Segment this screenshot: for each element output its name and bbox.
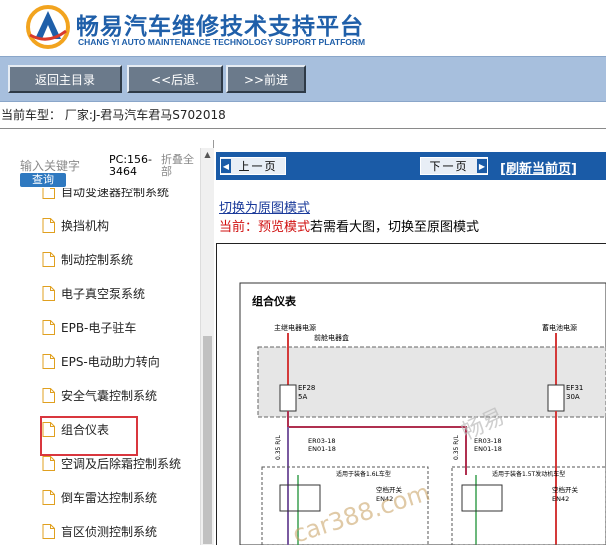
tree-view: 自动变速器控制系统 换挡机构制动控制系统 电子真空泵系统 EPB-电子驻车 EPS-电动…	[0, 188, 200, 545]
note2: 适用于装备1.5T发动机车型	[492, 470, 565, 478]
tree-item-label: EPB-电子驻车	[61, 321, 137, 335]
tree-item-label: 制动控制系统	[61, 253, 134, 267]
tree-item[interactable]: 倒车雷达控制系统	[0, 480, 200, 514]
arrow-left-icon: ◀	[221, 159, 231, 173]
wire2-label: 0.35 R/L	[453, 435, 460, 460]
fuse1-rating: 5A	[298, 393, 307, 401]
tree-item[interactable]: 安全气囊控制系统	[0, 378, 200, 412]
divider	[0, 128, 606, 129]
pc-code: PC:156-3464	[109, 153, 152, 178]
tree-item-label: 盲区侦测控制系统	[61, 525, 158, 539]
tree-item-label: 安全气囊控制系统	[61, 389, 158, 403]
document-icon	[42, 320, 55, 335]
tree-list: 自动变速器控制系统 换挡机构制动控制系统 电子真空泵系统 EPB-电子驻车 EPS-电动…	[0, 188, 200, 545]
switch-box-2	[461, 484, 503, 512]
home-button[interactable]: 返回主目录	[8, 65, 122, 93]
brand-subtitle: CHANG YI AUTO MAINTENANCE TECHNOLOGY SUP…	[78, 37, 366, 47]
document-icon	[42, 524, 55, 539]
switch2-code: EN42	[552, 495, 569, 503]
document-icon	[42, 252, 55, 267]
diagram-frame-left	[216, 243, 217, 545]
tree-item-label: 换挡机构	[61, 219, 110, 233]
fuse2-name: EF31	[566, 384, 583, 392]
document-icon	[42, 188, 55, 199]
document-icon	[42, 218, 55, 233]
prev-page-label: 上一页	[238, 160, 278, 173]
mode-prefix: 当前：	[219, 220, 259, 235]
tree-item[interactable]: EPB-电子驻车	[0, 310, 200, 344]
header: 畅易汽车维修技术支持平台 CHANG YI AUTO MAINTENANCE T…	[0, 0, 606, 55]
logo-icon	[26, 5, 70, 49]
fuse2-rating: 30A	[566, 393, 580, 401]
current-model: 当前车型： 厂家:J-君马汽车君马S702018	[1, 108, 226, 122]
tree-item-label: 倒车雷达控制系统	[61, 491, 158, 505]
page-nav-bar: ◀ 上一页 下一页 ▶ [刷新当前页]	[216, 152, 606, 180]
mode-hint: 若需看大图，切换至原图模式	[310, 220, 480, 235]
switch-box-1	[279, 484, 321, 512]
tree-item-label: 自动变速器控制系统	[61, 188, 170, 199]
note1: 适用于装备1.6L车型	[336, 470, 391, 478]
scroll-up-icon[interactable]: ▲	[201, 150, 214, 160]
label-cab-box: 前舱电器盒	[314, 333, 349, 342]
tree-item[interactable]: 电子真空泵系统	[0, 276, 200, 310]
tree-item[interactable]: EPS-电动助力转向	[0, 344, 200, 378]
switch-mode-link[interactable]: 切换为原图模式	[219, 197, 310, 216]
diagram-frame-top	[216, 243, 606, 244]
document-icon	[42, 388, 55, 403]
tree-item-label: EPS-电动助力转向	[61, 355, 160, 369]
conn1-b: EN01-18	[308, 445, 336, 453]
content-pane: ◀ 上一页 下一页 ▶ [刷新当前页] 切换为原图模式 当前：预览模式若需看大图…	[216, 140, 606, 545]
tree-item-label: 电子真空泵系统	[61, 287, 146, 301]
fuse1-name: EF28	[298, 384, 315, 392]
search-button[interactable]: 查询	[20, 173, 66, 187]
document-icon	[42, 286, 55, 301]
tree-item[interactable]: 盲区侦测控制系统	[0, 514, 200, 545]
scrollbar-thumb[interactable]	[203, 336, 212, 544]
arrow-right-icon: ▶	[477, 159, 487, 173]
fuse-ef28	[279, 384, 297, 412]
document-icon	[42, 354, 55, 369]
document-icon	[42, 490, 55, 505]
diagram-title: 组合仪表	[252, 294, 297, 308]
label-main-power: 主继电器电源	[274, 323, 316, 332]
label-battery: 蓄电池电源	[542, 323, 577, 332]
back-button[interactable]: <<后退.	[127, 65, 223, 93]
conn1-a: ER03-18	[308, 437, 336, 445]
tree-item[interactable]: 换挡机构	[0, 208, 200, 242]
conn2-b: EN01-18	[474, 445, 502, 453]
refresh-link[interactable]: [刷新当前页]	[500, 158, 577, 177]
sidebar-scrollbar[interactable]: ▲	[200, 148, 214, 545]
mode-status: 当前：预览模式若需看大图，切换至原图模式	[219, 216, 479, 235]
prev-page-button[interactable]: ◀ 上一页	[220, 157, 286, 175]
tree-item-label: 空调及后除霜控制系统	[61, 457, 182, 471]
mode-name: 预览模式	[258, 220, 311, 235]
forward-button[interactable]: >>前进	[226, 65, 306, 93]
switch2-label: 空档开关	[552, 485, 579, 494]
fuse-ef31	[547, 384, 565, 412]
watermark-url: car388.com	[289, 478, 433, 545]
next-page-button[interactable]: 下一页 ▶	[420, 157, 488, 175]
variant-box-2	[451, 466, 606, 545]
document-icon	[42, 456, 55, 471]
sidebar: 输入关键字 查询 PC:156-3464 折叠全部 自动变速器控制系统 换挡机构制…	[0, 140, 214, 545]
search-input[interactable]: 输入关键字	[20, 157, 80, 174]
wire1-label: 0.35 R/L	[275, 435, 282, 460]
tree-item[interactable]: 自动变速器控制系统	[0, 188, 200, 208]
brand-title: 畅易汽车维修技术支持平台	[76, 14, 364, 40]
next-page-label: 下一页	[429, 160, 469, 173]
fold-all-button[interactable]: 折叠全部	[161, 154, 201, 178]
tree-item[interactable]: 制动控制系统	[0, 242, 200, 276]
toolbar: 返回主目录 <<后退. >>前进	[0, 56, 606, 102]
selected-item-highlight	[40, 416, 138, 456]
wiring-diagram: 组合仪表 主继电器电源 前舱电器盒 蓄电池电源 EF28 5A EF31 30A…	[239, 282, 606, 545]
